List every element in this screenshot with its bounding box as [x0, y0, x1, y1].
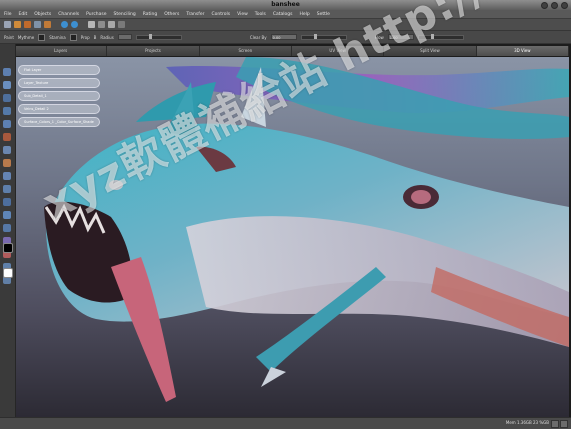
menu-settle[interactable]: Settle: [317, 10, 330, 18]
radius-label: Radius: [100, 34, 114, 40]
paint-tool-icon[interactable]: [3, 120, 11, 128]
menu-others[interactable]: Others: [164, 10, 179, 18]
tab-3d-view[interactable]: 3D View: [476, 46, 569, 56]
status-button[interactable]: [560, 420, 568, 428]
menu-bar: File Edit Objects Channels Purchase Sten…: [0, 10, 571, 19]
clone-tool-icon[interactable]: [3, 172, 11, 180]
mask-icon[interactable]: [118, 21, 125, 28]
close-button[interactable]: [561, 2, 568, 9]
status-button[interactable]: [551, 420, 559, 428]
flow-field[interactable]: 1.00: [387, 34, 414, 40]
import-icon[interactable]: [34, 21, 41, 28]
layer-item[interactable]: Veins_Detail 2: [18, 104, 100, 114]
export-icon[interactable]: [44, 21, 51, 28]
stamina-checkbox[interactable]: [69, 33, 77, 41]
grab-icon[interactable]: [108, 21, 115, 28]
new-file-icon[interactable]: [4, 21, 11, 28]
redo-icon[interactable]: [71, 21, 78, 28]
blur-tool-icon[interactable]: [3, 185, 11, 193]
dodge-tool-icon[interactable]: [3, 211, 11, 219]
menu-controls[interactable]: Controls: [211, 10, 230, 18]
main-toolbar: [0, 19, 571, 31]
fill-tool-icon[interactable]: [3, 198, 11, 206]
menu-purchase[interactable]: Purchase: [86, 10, 106, 18]
prop-value: B: [93, 34, 97, 40]
tab-split-view[interactable]: Split View: [384, 46, 477, 56]
tab-uv-view[interactable]: UV View: [291, 46, 385, 56]
foreground-color-swatch[interactable]: [3, 243, 13, 253]
tab-screen[interactable]: Screen: [199, 46, 292, 56]
move-tool-icon[interactable]: [3, 81, 11, 89]
status-bar: Mem 1.36GB 23 %GB: [0, 417, 571, 429]
menu-view[interactable]: View: [237, 10, 248, 18]
paint-label: Paint: [4, 34, 14, 40]
menu-file[interactable]: File: [4, 10, 12, 18]
menu-tools[interactable]: Tools: [255, 10, 266, 18]
menu-catalogs[interactable]: Catalogs: [273, 10, 293, 18]
radius-slider[interactable]: [135, 33, 182, 40]
flow-label: Flow: [374, 34, 384, 40]
scale-tool-icon[interactable]: [3, 107, 11, 115]
prop-label: Prop: [80, 34, 90, 40]
brush-icon[interactable]: [88, 21, 95, 28]
eraser-tool-icon[interactable]: [3, 159, 11, 167]
status-text: Mem 1.36GB 23 %GB: [505, 420, 549, 425]
layer-item[interactable]: Flat Layer: [18, 65, 100, 75]
window-title: banshee: [271, 1, 300, 8]
opacity-slider[interactable]: [300, 33, 347, 40]
maximize-button[interactable]: [551, 2, 558, 9]
background-color-swatch[interactable]: [3, 268, 13, 278]
layer-item[interactable]: Sub_Detail_1: [18, 91, 100, 101]
mask-tool-icon[interactable]: [3, 224, 11, 232]
smudge-tool-icon[interactable]: [3, 146, 11, 154]
tool-palette: [0, 44, 16, 417]
rotate-tool-icon[interactable]: [3, 94, 11, 102]
menu-transfer[interactable]: Transfer: [186, 10, 204, 18]
layer-item[interactable]: Layer_Texture: [18, 78, 100, 88]
smooth-icon[interactable]: [98, 21, 105, 28]
select-tool-icon[interactable]: [3, 68, 11, 76]
layer-item[interactable]: Surface_Colors_1 _Color_Surface_Shade: [18, 117, 100, 127]
opacity-field[interactable]: 0.00: [270, 34, 297, 40]
mythme-checkbox[interactable]: [38, 33, 46, 41]
undo-icon[interactable]: [61, 21, 68, 28]
menu-objects[interactable]: Objects: [34, 10, 51, 18]
stamina-label: Stamina: [49, 34, 66, 40]
menu-stenciling[interactable]: Stenciling: [114, 10, 136, 18]
menu-help[interactable]: Help: [300, 10, 310, 18]
mythme-label: Mythme: [17, 34, 35, 40]
window-titlebar: banshee: [0, 0, 571, 10]
menu-channels[interactable]: Channels: [58, 10, 79, 18]
minimize-button[interactable]: [541, 2, 548, 9]
options-bar: Paint Mythme Stamina Prop B Radius Clear…: [0, 31, 571, 44]
layer-list: Flat Layer Layer_Texture Sub_Detail_1 Ve…: [18, 65, 100, 127]
3d-viewport[interactable]: Flat Layer Layer_Texture Sub_Detail_1 Ve…: [16, 57, 569, 417]
radius-field[interactable]: [117, 34, 132, 40]
save-icon[interactable]: [24, 21, 31, 28]
brush-tool-icon[interactable]: [3, 133, 11, 141]
view-tabs: Layers Projects Screen UV View Split Vie…: [15, 46, 569, 56]
tab-projects[interactable]: Projects: [107, 46, 200, 56]
open-file-icon[interactable]: [14, 21, 21, 28]
menu-rating[interactable]: Rating: [143, 10, 158, 18]
opacity-label: Clear By: [249, 34, 267, 40]
flow-slider[interactable]: [417, 33, 464, 40]
menu-edit[interactable]: Edit: [19, 10, 28, 18]
tab-layers[interactable]: Layers: [15, 46, 108, 56]
